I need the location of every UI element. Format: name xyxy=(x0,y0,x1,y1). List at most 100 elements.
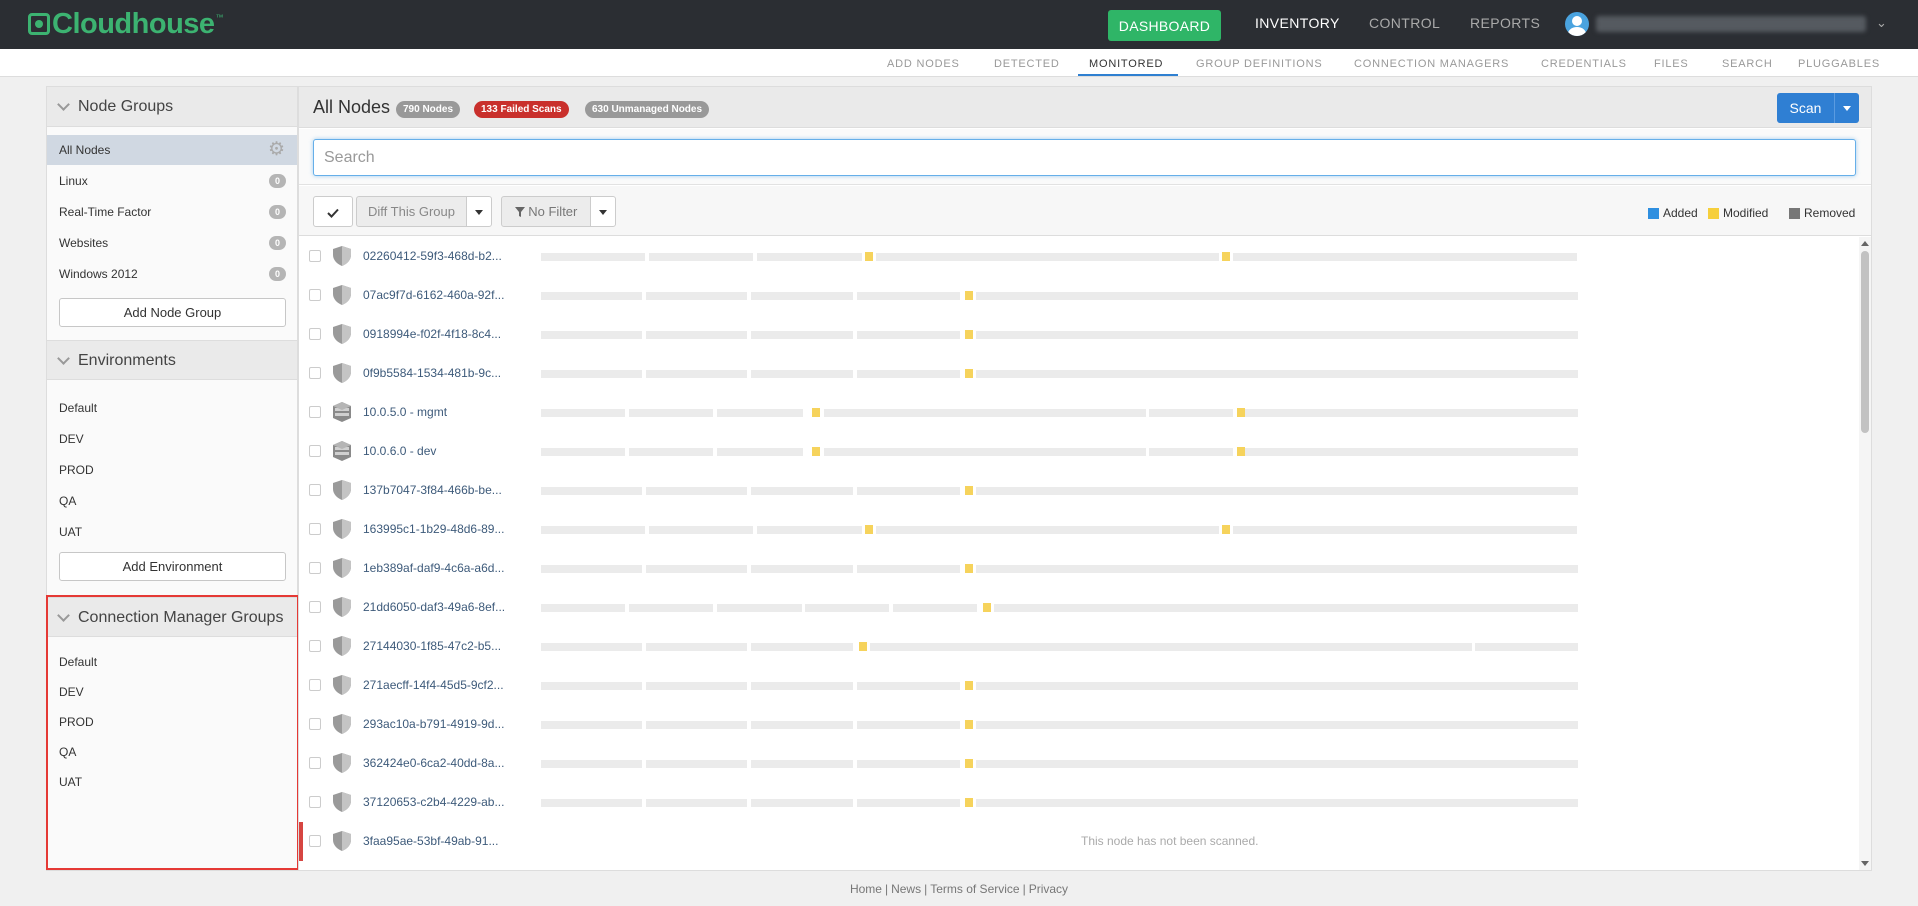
modified-marker[interactable] xyxy=(965,369,973,378)
sidebar-item-all-nodes[interactable]: All Nodes ⚙ xyxy=(47,135,297,165)
subnav-pluggables[interactable]: PLUGGABLES xyxy=(1798,58,1880,70)
node-row[interactable]: 1eb389af-daf9-4c6a-a6d... xyxy=(299,549,1871,588)
node-name-link[interactable]: 3faa95ae-53bf-49ab-91... xyxy=(363,834,498,848)
row-checkbox[interactable] xyxy=(309,835,321,847)
timeline-segment[interactable] xyxy=(976,292,1578,300)
timeline-segment[interactable] xyxy=(717,604,802,612)
modified-marker[interactable] xyxy=(865,252,873,261)
timeline-segment[interactable] xyxy=(541,253,645,261)
node-name-link[interactable]: 293ac10a-b791-4919-9d... xyxy=(363,717,504,731)
chevron-down-icon[interactable] xyxy=(57,98,70,111)
timeline-segment[interactable] xyxy=(976,370,1578,378)
node-row[interactable]: 37120653-c2b4-4229-ab... xyxy=(299,783,1871,822)
row-checkbox[interactable] xyxy=(309,445,321,457)
timeline-segment[interactable] xyxy=(976,682,1578,690)
subnav-monitored[interactable]: MONITORED xyxy=(1089,58,1163,70)
node-groups-header[interactable]: Node Groups xyxy=(47,87,297,127)
environment-item-prod[interactable]: PROD xyxy=(59,463,94,477)
timeline-segment[interactable] xyxy=(824,409,1146,417)
timeline-segment[interactable] xyxy=(629,604,713,612)
timeline-segment[interactable] xyxy=(876,526,1219,534)
modified-marker[interactable] xyxy=(1237,447,1245,456)
node-row[interactable]: 21dd6050-daf3-49a6-8ef... xyxy=(299,588,1871,627)
row-checkbox[interactable] xyxy=(309,796,321,808)
row-checkbox[interactable] xyxy=(309,523,321,535)
node-row[interactable]: 362424e0-6ca2-40dd-8a... xyxy=(299,744,1871,783)
modified-marker[interactable] xyxy=(983,603,991,612)
filter-button[interactable]: No Filter xyxy=(501,196,591,227)
timeline-segment[interactable] xyxy=(541,604,625,612)
node-name-link[interactable]: 10.0.5.0 - mgmt xyxy=(363,405,447,419)
node-name-link[interactable]: 27144030-1f85-47c2-b5... xyxy=(363,639,501,653)
modified-marker[interactable] xyxy=(812,408,820,417)
node-name-link[interactable]: 0918994e-f02f-4f18-8c4... xyxy=(363,327,501,341)
nav-inventory[interactable]: INVENTORY xyxy=(1255,15,1340,31)
timeline-segment[interactable] xyxy=(717,448,803,456)
modified-marker[interactable] xyxy=(812,447,820,456)
timeline-segment[interactable] xyxy=(857,682,960,690)
subnav-group-definitions[interactable]: GROUP DEFINITIONS xyxy=(1196,58,1322,70)
row-checkbox[interactable] xyxy=(309,367,321,379)
timeline-segment[interactable] xyxy=(824,448,1146,456)
row-checkbox[interactable] xyxy=(309,562,321,574)
timeline-segment[interactable] xyxy=(541,487,642,495)
diff-dropdown-button[interactable] xyxy=(466,196,492,227)
scan-dropdown-button[interactable] xyxy=(1834,93,1859,123)
timeline-segment[interactable] xyxy=(629,409,713,417)
node-row[interactable]: 271aecff-14f4-45d5-9cf2... xyxy=(299,666,1871,705)
subnav-connection-managers[interactable]: CONNECTION MANAGERS xyxy=(1354,58,1509,70)
unmanaged-nodes-badge[interactable]: 630 Unmanaged Nodes xyxy=(585,101,710,118)
node-name-link[interactable]: 362424e0-6ca2-40dd-8a... xyxy=(363,756,504,770)
node-name-link[interactable]: 1eb389af-daf9-4c6a-a6d... xyxy=(363,561,504,575)
timeline-segment[interactable] xyxy=(649,526,753,534)
diff-group-button[interactable]: Diff This Group xyxy=(356,196,467,227)
nodes-count-badge[interactable]: 790 Nodes xyxy=(396,101,461,118)
modified-marker[interactable] xyxy=(1222,525,1230,534)
timeline-segment[interactable] xyxy=(541,799,642,807)
modified-marker[interactable] xyxy=(859,642,867,651)
timeline-segment[interactable] xyxy=(1233,526,1577,534)
row-checkbox[interactable] xyxy=(309,718,321,730)
timeline-segment[interactable] xyxy=(541,370,642,378)
modified-marker[interactable] xyxy=(965,720,973,729)
timeline-segment[interactable] xyxy=(646,487,747,495)
modified-marker[interactable] xyxy=(965,330,973,339)
scroll-down-arrow-icon[interactable] xyxy=(1861,861,1869,866)
timeline-segment[interactable] xyxy=(857,292,960,300)
subnav-add-nodes[interactable]: ADD NODES xyxy=(887,58,960,70)
timeline-segment[interactable] xyxy=(751,331,853,339)
timeline-segment[interactable] xyxy=(717,409,803,417)
timeline-segment[interactable] xyxy=(646,721,747,729)
row-checkbox[interactable] xyxy=(309,406,321,418)
row-checkbox[interactable] xyxy=(309,757,321,769)
node-row[interactable]: 293ac10a-b791-4919-9d... xyxy=(299,705,1871,744)
timeline-segment[interactable] xyxy=(857,565,960,573)
failed-scans-badge[interactable]: 133 Failed Scans xyxy=(474,101,569,118)
timeline-segment[interactable] xyxy=(857,331,960,339)
row-checkbox[interactable] xyxy=(309,289,321,301)
scan-button[interactable]: Scan xyxy=(1777,93,1834,123)
timeline-segment[interactable] xyxy=(646,292,747,300)
timeline-segment[interactable] xyxy=(541,331,642,339)
dashboard-button[interactable]: DASHBOARD xyxy=(1108,10,1221,41)
chevron-down-icon[interactable] xyxy=(57,352,70,365)
timeline-segment[interactable] xyxy=(1475,643,1578,651)
environment-item-dev[interactable]: DEV xyxy=(59,432,84,446)
add-environment-button[interactable]: Add Environment xyxy=(59,552,286,581)
timeline-segment[interactable] xyxy=(976,565,1578,573)
node-row[interactable]: 0918994e-f02f-4f18-8c4... xyxy=(299,315,1871,354)
node-name-link[interactable]: 163995c1-1b29-48d6-89... xyxy=(363,522,504,536)
cloudhouse-logo[interactable]: Cloudhouse ™ xyxy=(28,8,224,40)
timeline-segment[interactable] xyxy=(541,643,642,651)
user-avatar-icon[interactable] xyxy=(1565,12,1589,36)
timeline-segment[interactable] xyxy=(1149,409,1233,417)
timeline-segment[interactable] xyxy=(646,682,747,690)
footer-link-terms-of-service[interactable]: Terms of Service xyxy=(930,882,1019,896)
search-input[interactable] xyxy=(313,139,1856,176)
chevron-down-icon[interactable]: ⌄ xyxy=(1876,15,1887,31)
node-row[interactable]: 07ac9f7d-6162-460a-92f... xyxy=(299,276,1871,315)
environment-item-qa[interactable]: QA xyxy=(59,494,76,508)
timeline-segment[interactable] xyxy=(751,682,853,690)
modified-marker[interactable] xyxy=(965,759,973,768)
node-row[interactable]: 02260412-59f3-468d-b2... xyxy=(299,237,1871,276)
